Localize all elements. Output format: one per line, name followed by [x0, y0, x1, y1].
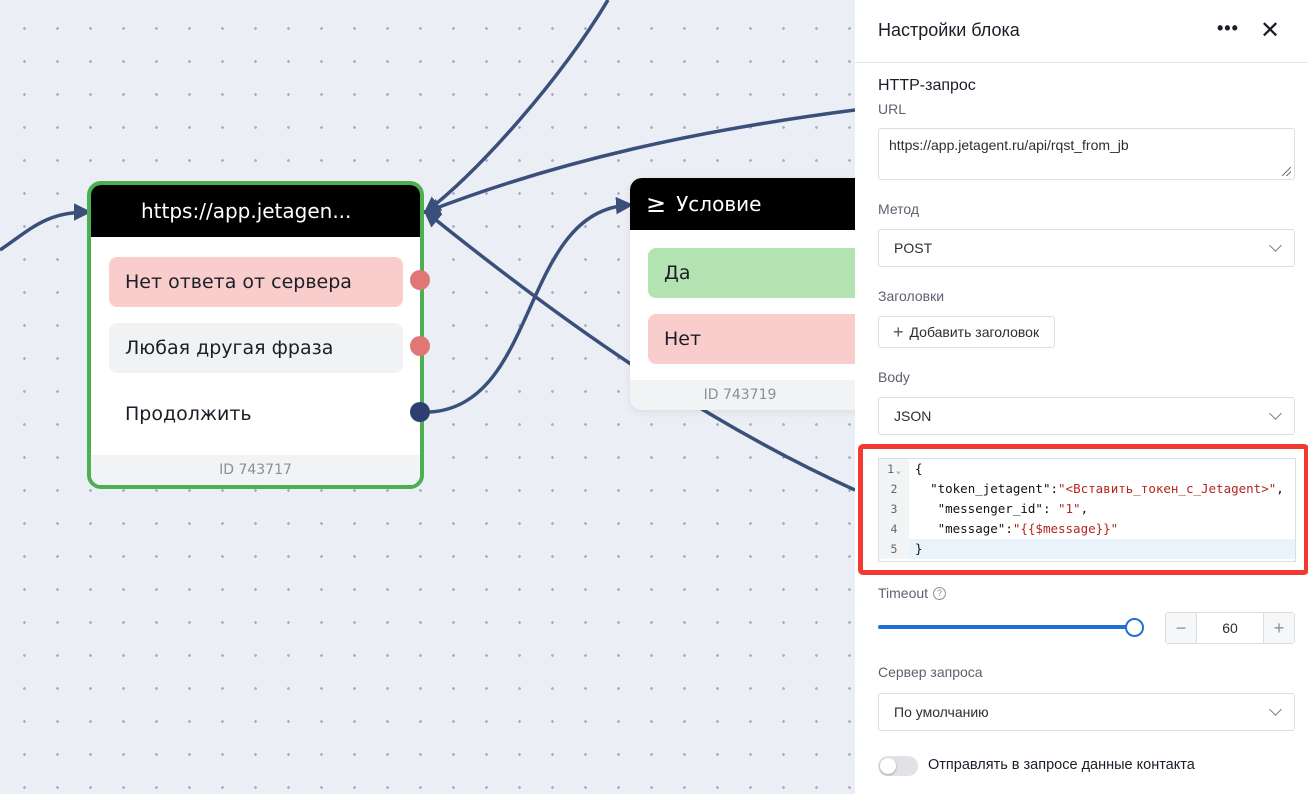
option-any-other-phrase[interactable]: Любая другая фраза [109, 323, 403, 373]
server-value: По умолчанию [894, 704, 989, 720]
resize-handle-icon[interactable] [1282, 167, 1291, 176]
condition-node[interactable]: ≥ Условие Да Нет ID 743719 [630, 178, 855, 410]
headers-label: Заголовки [878, 288, 945, 304]
timeout-slider-track[interactable] [878, 625, 1135, 629]
json-code-editor[interactable]: 1 ⌄ { 2 "token_jetagent":"<Вставить_токен… [878, 458, 1296, 562]
method-value: POST [894, 240, 933, 256]
add-header-button[interactable]: + Добавить заголовок [878, 316, 1056, 348]
method-label: Метод [878, 201, 920, 217]
timeout-slider-thumb[interactable] [1125, 618, 1144, 637]
port-continue[interactable] [410, 402, 430, 422]
line-number: 3 [879, 499, 909, 519]
send-contact-data-label: Отправлять в запросе данные контакта [928, 757, 1195, 773]
timeout-label-row: Timeout ? [878, 585, 947, 601]
option-continue[interactable]: Продолжить [109, 389, 403, 439]
code-line: 4 "message":"{{$message}}" [879, 519, 1295, 539]
line-number: 1 ⌄ [879, 459, 909, 479]
send-contact-data-toggle[interactable] [878, 756, 918, 776]
line-number: 5 [879, 539, 909, 559]
wire-continue-to-condition [429, 196, 634, 414]
code-line: 3 "messenger_id": "1", [879, 499, 1295, 519]
block-settings-panel: Настройки блока ••• ✕ HTTP-запрос URL ht… [855, 0, 1308, 794]
body-type-value: JSON [894, 408, 932, 424]
add-header-label: Добавить заголовок [909, 324, 1040, 340]
line-number: 4 [879, 519, 909, 539]
line-number: 2 [879, 479, 909, 499]
http-request-node[interactable]: https://app.jetagen... Нет ответа от сер… [87, 181, 424, 489]
server-label: Сервер запроса [878, 664, 983, 680]
fold-chevron-icon[interactable]: ⌄ [896, 466, 901, 475]
panel-title: Настройки блока [878, 20, 1020, 40]
method-select[interactable]: POST [878, 229, 1295, 267]
body-label: Body [878, 369, 910, 385]
option-no[interactable]: Нет [648, 314, 855, 364]
wire-incoming [0, 203, 92, 252]
port-no-server-response[interactable] [410, 270, 430, 290]
body-type-select[interactable]: JSON [878, 397, 1295, 435]
port-any-other-phrase[interactable] [410, 336, 430, 356]
panel-header: Настройки блока ••• ✕ [855, 0, 1308, 63]
decrement-button[interactable]: − [1166, 613, 1196, 643]
timeout-label: Timeout [878, 585, 929, 601]
flow-canvas[interactable]: https://app.jetagen... Нет ответа от сер… [0, 0, 855, 794]
greater-equal-icon: ≥ [646, 190, 667, 218]
chevron-down-icon [1269, 407, 1282, 420]
condition-node-header: ≥ Условие [630, 178, 855, 230]
toggle-knob [880, 758, 896, 774]
more-options-icon[interactable]: ••• [1217, 18, 1239, 39]
url-value: https://app.jetagent.ru/api/rqst_from_jb [889, 137, 1129, 153]
code-line: 1 ⌄ { [879, 459, 1295, 479]
condition-node-title: Условие [676, 192, 762, 216]
increment-button[interactable]: + [1264, 613, 1294, 643]
chevron-down-icon [1269, 703, 1282, 716]
chevron-down-icon [1269, 239, 1282, 252]
timeout-stepper: − 60 + [1165, 612, 1295, 644]
server-select[interactable]: По умолчанию [878, 693, 1295, 731]
node-id: ID 743719 [630, 380, 855, 410]
help-icon[interactable]: ? [933, 586, 947, 600]
node-id: ID 743717 [91, 455, 420, 485]
url-field[interactable]: https://app.jetagent.ru/api/rqst_from_jb [878, 128, 1295, 180]
option-yes[interactable]: Да [648, 248, 855, 298]
plus-icon: + [893, 321, 904, 342]
close-icon[interactable]: ✕ [1260, 16, 1280, 45]
timeout-value[interactable]: 60 [1196, 613, 1264, 643]
code-line-active: 5 } [879, 539, 1295, 559]
section-title: HTTP-запрос [878, 77, 976, 94]
option-no-server-response[interactable]: Нет ответа от сервера [109, 257, 403, 307]
code-line: 2 "token_jetagent":"<Вставить_токен_с_Je… [879, 479, 1295, 499]
http-node-title: https://app.jetagen... [91, 185, 420, 237]
url-label: URL [878, 101, 907, 117]
